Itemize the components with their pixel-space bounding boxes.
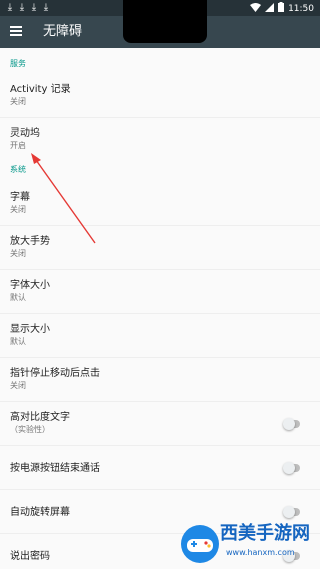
item-title: 高对比度文字 <box>10 412 70 423</box>
status-indicators: 11:50 <box>250 2 314 16</box>
signal-icon <box>265 2 275 16</box>
menu-icon[interactable] <box>10 26 22 36</box>
item-title: 显示大小 <box>10 324 50 335</box>
list-item-activity-log[interactable]: Activity 记录 关闭 <box>0 74 320 118</box>
watermark-brand: 西美手游网 <box>220 523 310 544</box>
watermark-logo: 西美手游网 www.hanxm.com <box>176 520 320 569</box>
item-title: Activity 记录 <box>10 84 71 95</box>
item-title: 按电源按钮结束通话 <box>10 463 100 474</box>
section-header-system: 系统 <box>10 165 26 174</box>
item-title: 字体大小 <box>10 280 50 291</box>
page-title: 无障碍 <box>43 24 83 39</box>
item-subtitle: （实验性） <box>10 425 50 434</box>
status-notifications: ⤓ ⤓ ⤓ ⤓ <box>6 2 50 13</box>
item-subtitle: 默认 <box>10 337 26 346</box>
wifi-icon <box>250 2 262 16</box>
download-icon: ⤓ <box>31 2 37 13</box>
item-title: 指针停止移动后点击 <box>10 368 100 379</box>
list-item-high-contrast-text[interactable]: 高对比度文字 （实验性） <box>0 402 320 446</box>
settings-list: 服务 Activity 记录 关闭 灵动坞 开启 系统 字幕 关闭 放大手势 关… <box>0 48 320 569</box>
download-icon: ⤓ <box>43 2 49 13</box>
item-subtitle: 关闭 <box>10 249 26 258</box>
download-icon: ⤓ <box>7 2 13 13</box>
item-subtitle: 默认 <box>10 293 26 302</box>
gamepad-icon <box>181 525 219 563</box>
watermark-url: www.hanxm.com <box>226 548 295 557</box>
download-icon: ⤓ <box>19 2 25 13</box>
power-button-ends-call-toggle[interactable] <box>283 462 300 474</box>
auto-rotate-toggle[interactable] <box>283 506 300 518</box>
list-item-dock[interactable]: 灵动坞 开启 <box>0 118 320 162</box>
camera-notch <box>123 0 207 43</box>
list-item-magnification[interactable]: 放大手势 关闭 <box>0 226 320 270</box>
clock: 11:50 <box>288 3 314 14</box>
item-title: 自动旋转屏幕 <box>10 507 70 518</box>
item-title: 放大手势 <box>10 236 50 247</box>
list-item-display-size[interactable]: 显示大小 默认 <box>0 314 320 358</box>
battery-icon <box>278 2 285 16</box>
section-header-services: 服务 <box>10 59 26 68</box>
list-item-power-button-ends-call[interactable]: 按电源按钮结束通话 <box>0 446 320 490</box>
item-subtitle: 关闭 <box>10 97 26 106</box>
high-contrast-toggle[interactable] <box>283 418 300 430</box>
list-item-captions[interactable]: 字幕 关闭 <box>0 182 320 226</box>
item-title: 灵动坞 <box>10 128 40 139</box>
list-item-font-size[interactable]: 字体大小 默认 <box>0 270 320 314</box>
item-subtitle: 关闭 <box>10 205 26 214</box>
item-subtitle: 关闭 <box>10 381 26 390</box>
item-title: 字幕 <box>10 192 30 203</box>
item-subtitle: 开启 <box>10 141 26 150</box>
list-item-dwell-click[interactable]: 指针停止移动后点击 关闭 <box>0 358 320 402</box>
